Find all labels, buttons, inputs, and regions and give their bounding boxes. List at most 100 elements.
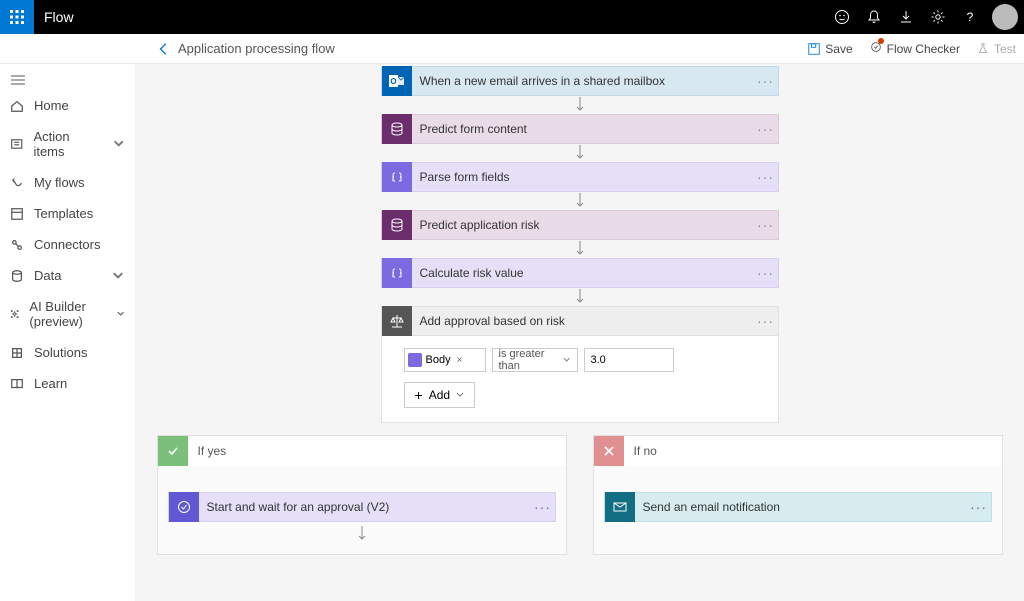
database-icon — [382, 210, 412, 240]
step-menu[interactable]: ··· — [754, 169, 778, 185]
flow-step-predict-risk[interactable]: Predict application risk ··· — [381, 210, 779, 240]
sidebar-item-ai-builder[interactable]: AI Builder (preview) — [0, 291, 135, 337]
mail-icon — [605, 492, 635, 522]
step-menu[interactable]: ··· — [754, 73, 778, 89]
connector-arrow — [168, 526, 556, 542]
svg-text:?: ? — [967, 10, 974, 24]
branch-no: If no Send an email notification ··· — [593, 435, 1003, 555]
connectors-icon — [10, 238, 24, 252]
token-remove[interactable]: × — [457, 355, 463, 366]
connector-arrow — [381, 96, 779, 114]
flows-icon — [10, 176, 24, 190]
branch-yes-header[interactable]: If yes — [158, 436, 566, 466]
sidebar-item-my-flows[interactable]: My flows — [0, 167, 135, 198]
close-icon — [594, 436, 624, 466]
checker-icon-wrap — [869, 40, 883, 57]
database-icon — [382, 114, 412, 144]
branch-no-step[interactable]: Send an email notification ··· — [604, 492, 992, 522]
sidebar-item-learn[interactable]: Learn — [0, 368, 135, 399]
solutions-icon — [10, 346, 24, 360]
flow-step-predict-form[interactable]: Predict form content ··· — [381, 114, 779, 144]
approval-icon — [169, 492, 199, 522]
step-menu[interactable]: ··· — [754, 313, 778, 329]
chevron-down-icon — [563, 356, 570, 364]
flow-canvas[interactable]: O When a new email arrives in a shared m… — [135, 64, 1024, 601]
save-icon — [807, 42, 821, 56]
app-launcher[interactable] — [0, 0, 34, 34]
token-chip-icon — [408, 353, 422, 367]
add-condition-button[interactable]: + Add — [404, 382, 476, 408]
flow-step-condition[interactable]: Add approval based on risk ··· — [381, 306, 779, 336]
data-icon — [10, 269, 24, 283]
sidebar-item-connectors[interactable]: Connectors — [0, 229, 135, 260]
sidebar-item-label: Learn — [34, 376, 67, 391]
action-icon — [10, 137, 23, 151]
download-icon — [898, 9, 914, 25]
condition-body: Body × is greater than + Add — [381, 336, 779, 423]
sidebar-item-label: Home — [34, 98, 69, 113]
flow-step-parse-fields[interactable]: Parse form fields ··· — [381, 162, 779, 192]
code-icon — [382, 258, 412, 288]
templates-icon — [10, 207, 24, 221]
flow-checker-button[interactable]: Flow Checker — [861, 40, 968, 57]
branch-no-header[interactable]: If no — [594, 436, 1002, 466]
app-name: Flow — [44, 9, 74, 25]
sidebar-item-label: Solutions — [34, 345, 87, 360]
connector-arrow — [381, 144, 779, 162]
operator-label: is greater than — [499, 348, 564, 372]
emoji-button[interactable] — [826, 0, 858, 34]
condition-operand-left[interactable]: Body × — [404, 348, 486, 372]
step-label: Start and wait for an approval (V2) — [199, 500, 531, 514]
download-button[interactable] — [890, 0, 922, 34]
step-label: Predict application risk — [412, 218, 754, 232]
step-label: Calculate risk value — [412, 266, 754, 280]
condition-value-input[interactable] — [584, 348, 674, 372]
test-button[interactable]: Test — [968, 42, 1024, 56]
flow-step-trigger[interactable]: O When a new email arrives in a shared m… — [381, 66, 779, 96]
back-arrow-icon — [157, 42, 171, 56]
notifications-button[interactable] — [858, 0, 890, 34]
branch-yes-step[interactable]: Start and wait for an approval (V2) ··· — [168, 492, 556, 522]
condition-operator-select[interactable]: is greater than — [492, 348, 578, 372]
avatar[interactable] — [992, 4, 1018, 30]
save-label: Save — [825, 42, 852, 56]
save-button[interactable]: Save — [799, 42, 860, 56]
add-label: Add — [429, 388, 450, 402]
bell-icon — [866, 9, 882, 25]
flask-icon — [976, 42, 990, 56]
step-label: When a new email arrives in a shared mai… — [412, 74, 754, 88]
flow-step-calc-risk[interactable]: Calculate risk value ··· — [381, 258, 779, 288]
help-button[interactable]: ? — [954, 0, 986, 34]
token-label: Body — [426, 354, 451, 366]
sidebar-item-label: Action items — [33, 129, 101, 159]
menu-icon[interactable] — [10, 74, 26, 86]
step-menu[interactable]: ··· — [754, 265, 778, 281]
step-menu[interactable]: ··· — [967, 499, 991, 515]
sidebar-item-templates[interactable]: Templates — [0, 198, 135, 229]
emoji-icon — [834, 9, 850, 25]
back-button[interactable] — [150, 35, 178, 63]
sidebar-item-action-items[interactable]: Action items — [0, 121, 135, 167]
sidebar-item-label: My flows — [34, 175, 85, 190]
checker-icon — [869, 40, 883, 54]
step-label: Predict form content — [412, 122, 754, 136]
branch-yes-title: If yes — [188, 444, 227, 458]
chevron-down-icon — [456, 391, 464, 399]
sidebar-item-home[interactable]: Home — [0, 90, 135, 121]
step-menu[interactable]: ··· — [531, 499, 555, 515]
command-bar: Application processing flow Save Flow Ch… — [0, 34, 1024, 64]
chevron-down-icon — [116, 307, 125, 321]
home-icon — [10, 99, 24, 113]
connector-arrow — [381, 240, 779, 258]
sidebar-item-label: Templates — [34, 206, 93, 221]
code-icon — [382, 162, 412, 192]
step-menu[interactable]: ··· — [754, 217, 778, 233]
sidebar-item-solutions[interactable]: Solutions — [0, 337, 135, 368]
top-bar: Flow ? — [0, 0, 1024, 34]
test-label: Test — [994, 42, 1016, 56]
gear-icon — [930, 9, 946, 25]
step-menu[interactable]: ··· — [754, 121, 778, 137]
scale-icon — [382, 306, 412, 336]
sidebar-item-data[interactable]: Data — [0, 260, 135, 291]
settings-button[interactable] — [922, 0, 954, 34]
